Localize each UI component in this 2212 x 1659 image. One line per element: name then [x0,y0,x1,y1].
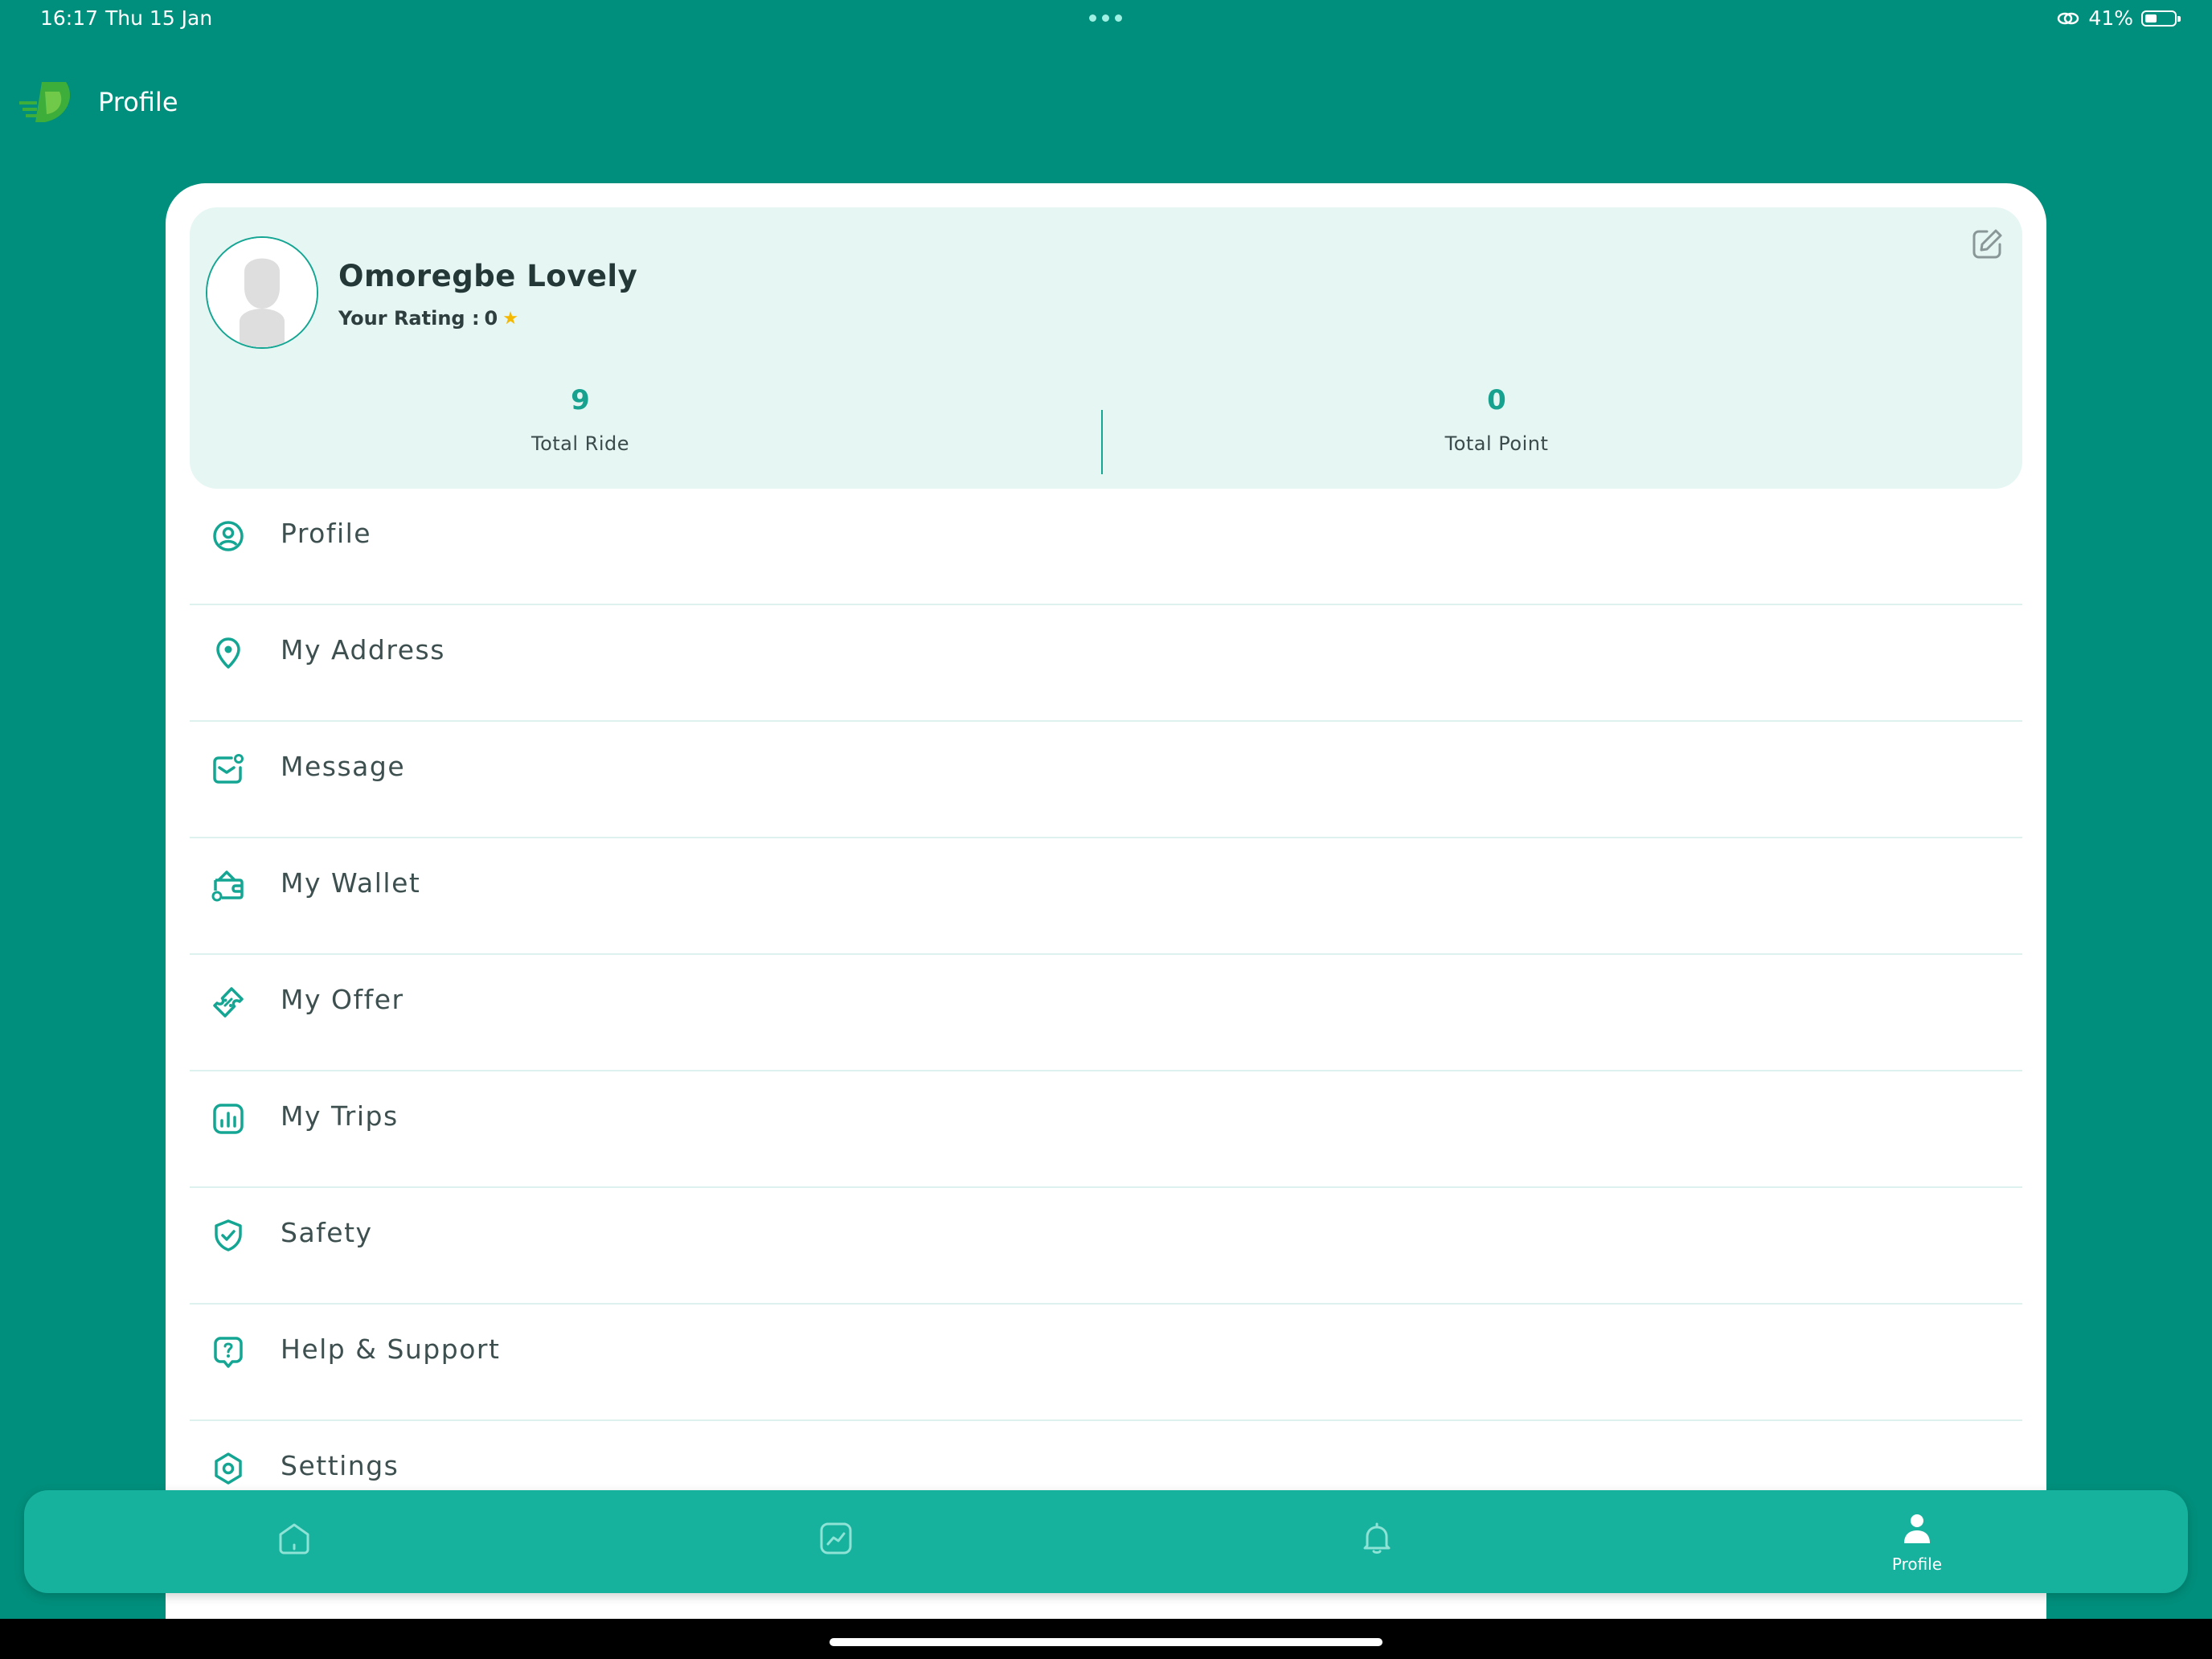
link-icon [2058,12,2079,24]
nav-label: Profile [1891,1555,1943,1574]
user-rating: Your Rating : 0 ★ [338,307,518,330]
menu-item-message[interactable]: Message [190,722,2022,838]
menu-item-my-offer[interactable]: My Offer [190,955,2022,1071]
app-logo-icon [19,82,70,122]
menu-item-profile[interactable]: Profile [190,489,2022,605]
menu-item-my-address[interactable]: My Address [190,605,2022,722]
avatar-placeholder-icon [207,238,317,347]
shield-check-icon [215,1219,242,1251]
menu-item-safety[interactable]: Safety [190,1188,2022,1305]
profile-summary: Omoregbe Lovely Your Rating : 0 ★ 9 Tota… [190,207,2022,489]
battery-percentage: 41% [2088,6,2133,30]
menu-item-label: Settings [281,1450,399,1481]
home-icon [279,1523,309,1555]
stat-total-point: 0 Total Point [1256,384,1738,455]
status-indicators: 41% [2056,6,2181,30]
menu-item-label: Profile [281,518,372,549]
status-date: Thu 15 Jan [105,6,213,30]
stat-label: Total Ride [530,432,630,455]
nav-item-activity[interactable] [715,1490,956,1593]
stat-label: Total Point [1444,432,1549,455]
stat-total-ride: 9 Total Ride [339,384,821,455]
bottom-navigation: Profile [24,1490,2188,1593]
home-indicator-area [0,1619,2212,1659]
battery-icon [2141,10,2181,27]
stat-divider [1101,410,1103,474]
menu-item-label: My Trips [281,1100,399,1132]
profile-icon [1904,1514,1930,1543]
status-bar: 16:17 Thu 15 Jan 41% [0,0,2212,40]
user-name: Omoregbe Lovely [338,259,638,293]
star-icon: ★ [502,308,518,329]
menu-item-my-wallet[interactable]: My Wallet [190,838,2022,955]
menu-item-label: My Wallet [281,867,421,899]
help-icon [214,1337,243,1368]
rating-label: Your Rating : [338,307,480,330]
menu-item-label: My Offer [281,984,404,1015]
edit-icon[interactable] [1969,227,2005,262]
menu-item-label: My Address [281,634,445,666]
avatar[interactable] [206,236,318,349]
nav-item-profile[interactable]: Profile [1796,1490,2038,1593]
stat-value: 9 [571,384,590,416]
menu-item-label: Help & Support [281,1333,501,1365]
menu-item-my-trips[interactable]: My Trips [190,1071,2022,1188]
stat-value: 0 [1487,384,1506,416]
multitasking-dots[interactable] [1089,14,1122,22]
page-title: Profile [98,87,178,117]
bell-icon [1363,1522,1391,1554]
home-indicator[interactable] [830,1638,1382,1646]
location-pin-icon [216,637,240,669]
menu-item-help-support[interactable]: Help & Support [190,1305,2022,1421]
trips-chart-icon [213,1104,244,1134]
menu-item-label: Message [281,751,406,782]
user-circle-icon [213,521,244,551]
menu-item-label: Safety [281,1217,373,1248]
profile-card: Omoregbe Lovely Your Rating : 0 ★ 9 Tota… [166,183,2046,1646]
status-time: 16:17 [40,6,99,30]
message-icon [213,754,244,784]
nav-item-home[interactable] [174,1490,415,1593]
ticket-icon [213,987,244,1018]
rating-value: 0 [484,307,498,330]
menu-list: Profile My Address Message My Wallet My … [190,489,2022,1538]
wallet-icon [211,870,244,902]
nav-item-notifications[interactable] [1256,1490,1497,1593]
settings-icon [215,1452,242,1485]
activity-chart-icon [820,1522,852,1555]
